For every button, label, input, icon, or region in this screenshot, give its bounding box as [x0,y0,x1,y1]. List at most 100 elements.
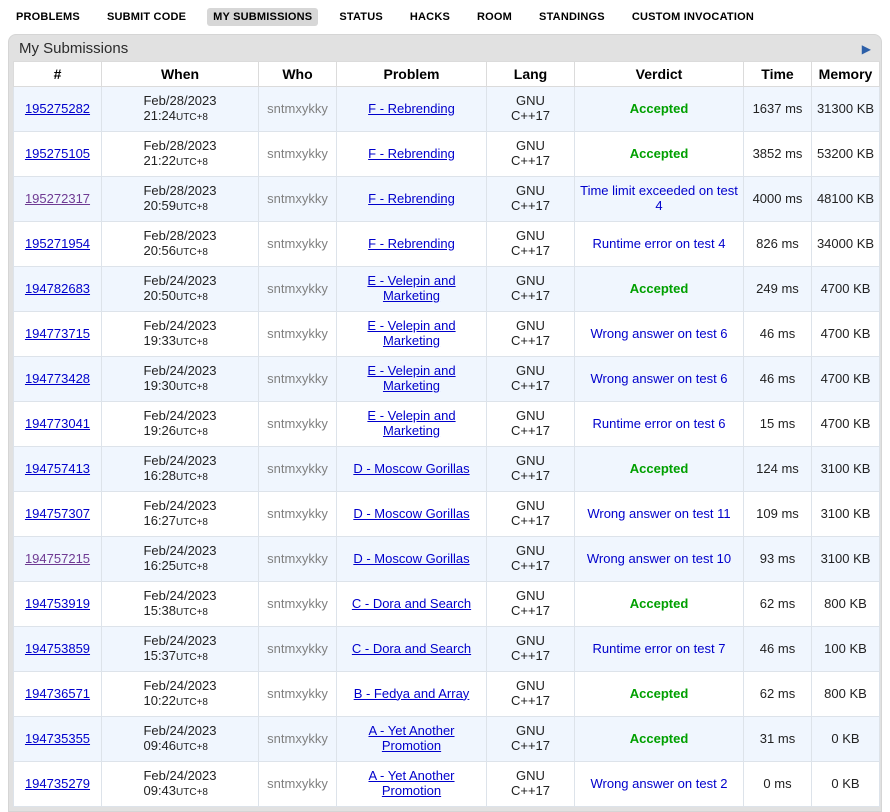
nav-item-hacks[interactable]: HACKS [404,8,456,26]
column-header-id: # [14,62,102,87]
submission-id-link[interactable]: 194782683 [25,281,90,296]
problem-link[interactable]: D - Moscow Gorillas [353,506,469,521]
submission-who: sntmxykky [259,357,337,402]
problem-link[interactable]: F - Rebrending [368,146,455,161]
submission-problem: E - Velepin and Marketing [337,402,487,447]
submission-id-link[interactable]: 194773428 [25,371,90,386]
submission-row: 194735355Feb/24/202309:46UTC+8sntmxykkyA… [14,717,880,762]
column-header-problem: Problem [337,62,487,87]
problem-link[interactable]: E - Velepin and Marketing [367,363,455,393]
timezone-label: UTC+8 [176,517,208,528]
nav-item-my-submissions[interactable]: MY SUBMISSIONS [207,8,318,26]
user-link[interactable]: sntmxykky [267,416,328,431]
submission-when: Feb/24/202316:25UTC+8 [102,537,259,582]
submission-id-cell: 194757413 [14,447,102,492]
submission-id-link[interactable]: 194735355 [25,731,90,746]
verdict-text: Wrong answer on test 11 [587,506,730,521]
submission-id-cell: 194735279 [14,762,102,807]
submission-id-link[interactable]: 194753919 [25,596,90,611]
submission-id-link[interactable]: 194735279 [25,776,90,791]
submission-verdict: Wrong answer on test 6 [575,312,744,357]
timezone-label: UTC+8 [176,562,208,573]
timezone-label: UTC+8 [176,337,208,348]
timezone-label: UTC+8 [176,382,208,393]
submission-id-link[interactable]: 194753859 [25,641,90,656]
user-link[interactable]: sntmxykky [267,506,328,521]
problem-link[interactable]: E - Velepin and Marketing [367,273,455,303]
submission-id-link[interactable]: 194736571 [25,686,90,701]
problem-link[interactable]: D - Moscow Gorillas [353,461,469,476]
user-link[interactable]: sntmxykky [267,371,328,386]
collapse-arrow-icon[interactable]: ▶ [862,43,871,55]
problem-link[interactable]: D - Moscow Gorillas [353,551,469,566]
user-link[interactable]: sntmxykky [267,236,328,251]
execution-time: 109 ms [744,492,812,537]
nav-item-problems[interactable]: PROBLEMS [10,8,86,26]
problem-link[interactable]: F - Rebrending [368,236,455,251]
execution-time: 93 ms [744,537,812,582]
problem-link[interactable]: F - Rebrending [368,191,455,206]
submission-id-link[interactable]: 195272317 [25,191,90,206]
submission-problem: B - Fedya and Array [337,672,487,717]
nav-item-custom-invocation[interactable]: CUSTOM INVOCATION [626,8,760,26]
submission-id-link[interactable]: 194757215 [25,551,90,566]
problem-link[interactable]: C - Dora and Search [352,596,471,611]
memory-used: 4700 KB [812,267,880,312]
submission-when: Feb/24/202309:43UTC+8 [102,762,259,807]
submission-verdict: Accepted [575,582,744,627]
user-link[interactable]: sntmxykky [267,551,328,566]
problem-link[interactable]: B - Fedya and Array [354,686,470,701]
submission-id-cell: 194757307 [14,492,102,537]
execution-time: 15 ms [744,402,812,447]
submission-id-link[interactable]: 195275105 [25,146,90,161]
problem-link[interactable]: A - Yet Another Promotion [368,768,454,798]
user-link[interactable]: sntmxykky [267,326,328,341]
nav-item-status[interactable]: STATUS [333,8,389,26]
submission-id-link[interactable]: 195271954 [25,236,90,251]
user-link[interactable]: sntmxykky [267,641,328,656]
submission-row: 195275105Feb/28/202321:22UTC+8sntmxykkyF… [14,132,880,177]
submission-id-link[interactable]: 194773715 [25,326,90,341]
submission-who: sntmxykky [259,222,337,267]
submission-who: sntmxykky [259,267,337,312]
submission-who: sntmxykky [259,672,337,717]
problem-link[interactable]: A - Yet Another Promotion [368,723,454,753]
memory-used: 3100 KB [812,447,880,492]
nav-item-submit-code[interactable]: SUBMIT CODE [101,8,192,26]
submission-id-cell: 195275282 [14,87,102,132]
submission-id-link[interactable]: 195275282 [25,101,90,116]
column-header-verdict: Verdict [575,62,744,87]
problem-link[interactable]: E - Velepin and Marketing [367,408,455,438]
user-link[interactable]: sntmxykky [267,191,328,206]
submission-verdict: Time limit exceeded on test 4 [575,177,744,222]
problem-link[interactable]: E - Velepin and Marketing [367,318,455,348]
user-link[interactable]: sntmxykky [267,101,328,116]
memory-used: 3100 KB [812,492,880,537]
submission-id-link[interactable]: 194757413 [25,461,90,476]
user-link[interactable]: sntmxykky [267,686,328,701]
timezone-label: UTC+8 [176,472,208,483]
submission-when: Feb/28/202320:59UTC+8 [102,177,259,222]
submission-lang: GNUC++17 [487,672,575,717]
column-header-when: When [102,62,259,87]
user-link[interactable]: sntmxykky [267,596,328,611]
submission-problem: E - Velepin and Marketing [337,312,487,357]
submission-id-link[interactable]: 194773041 [25,416,90,431]
execution-time: 249 ms [744,267,812,312]
user-link[interactable]: sntmxykky [267,776,328,791]
user-link[interactable]: sntmxykky [267,146,328,161]
submission-verdict: Accepted [575,717,744,762]
user-link[interactable]: sntmxykky [267,281,328,296]
nav-item-standings[interactable]: STANDINGS [533,8,611,26]
user-link[interactable]: sntmxykky [267,461,328,476]
nav-item-room[interactable]: ROOM [471,8,518,26]
panel-caption: My Submissions ▶ [13,35,877,61]
submission-who: sntmxykky [259,177,337,222]
submission-problem: E - Velepin and Marketing [337,267,487,312]
submission-id-link[interactable]: 194757307 [25,506,90,521]
problem-link[interactable]: C - Dora and Search [352,641,471,656]
user-link[interactable]: sntmxykky [267,731,328,746]
submission-verdict: Accepted [575,672,744,717]
problem-link[interactable]: F - Rebrending [368,101,455,116]
timezone-label: UTC+8 [176,742,208,753]
